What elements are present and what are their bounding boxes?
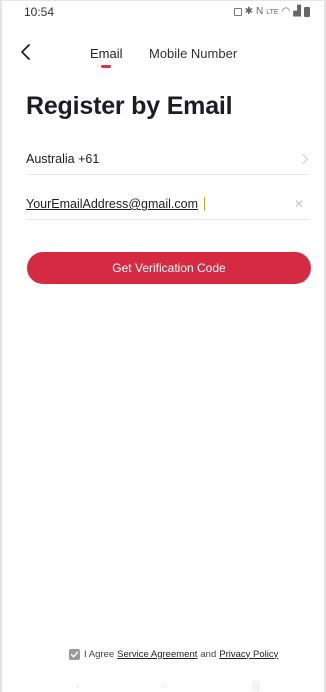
clear-icon[interactable]: ✕ bbox=[294, 197, 304, 211]
text-caret bbox=[204, 197, 205, 211]
email-input[interactable] bbox=[26, 197, 206, 211]
page-title: Register by Email bbox=[26, 92, 233, 120]
nfc-icon: N bbox=[256, 6, 264, 17]
status-bar: 10:54 ✱ N LTE ◠ ▟ bbox=[0, 0, 326, 24]
nav-recents-icon[interactable]: ||| bbox=[252, 681, 260, 692]
tab-mobile-number[interactable]: Mobile Number bbox=[149, 46, 237, 61]
privacy-policy-link[interactable]: Privacy Policy bbox=[219, 649, 278, 660]
email-field-row: ✕ bbox=[26, 189, 310, 220]
chevron-right-icon bbox=[302, 153, 309, 165]
tab-indicator bbox=[101, 65, 111, 68]
status-time: 10:54 bbox=[24, 5, 55, 19]
checkmark-icon bbox=[70, 651, 79, 658]
wifi-icon: ◠ bbox=[281, 6, 291, 17]
signal-icon: ▟ bbox=[293, 6, 301, 17]
agree-prefix: I Agree bbox=[84, 648, 115, 660]
country-selector[interactable]: Australia +61 bbox=[26, 144, 310, 175]
bluetooth-icon: ✱ bbox=[244, 6, 253, 17]
agree-checkbox[interactable] bbox=[69, 648, 80, 660]
back-button[interactable] bbox=[18, 42, 34, 62]
lte-icon: LTE bbox=[266, 8, 279, 16]
nav-home-icon[interactable]: ○ bbox=[160, 681, 166, 692]
chevron-left-icon bbox=[21, 44, 30, 60]
agree-conjunction: and bbox=[200, 648, 217, 660]
tab-email[interactable]: Email bbox=[90, 46, 123, 61]
system-nav-bar: ‹ ○ ||| bbox=[0, 680, 326, 692]
get-verification-code-button[interactable]: Get Verification Code bbox=[27, 252, 311, 284]
battery-icon bbox=[304, 7, 310, 17]
email-wrap bbox=[26, 197, 206, 211]
service-agreement-link[interactable]: Service Agreement bbox=[117, 649, 197, 660]
country-label: Australia +61 bbox=[26, 152, 100, 166]
top-nav: Email Mobile Number bbox=[0, 38, 326, 68]
alarm-icon bbox=[233, 8, 242, 16]
agreement-row: I Agree Service Agreement and Privacy Po… bbox=[69, 647, 278, 661]
status-icons: ✱ N LTE ◠ ▟ bbox=[233, 6, 310, 17]
nav-back-icon[interactable]: ‹ bbox=[76, 681, 79, 692]
